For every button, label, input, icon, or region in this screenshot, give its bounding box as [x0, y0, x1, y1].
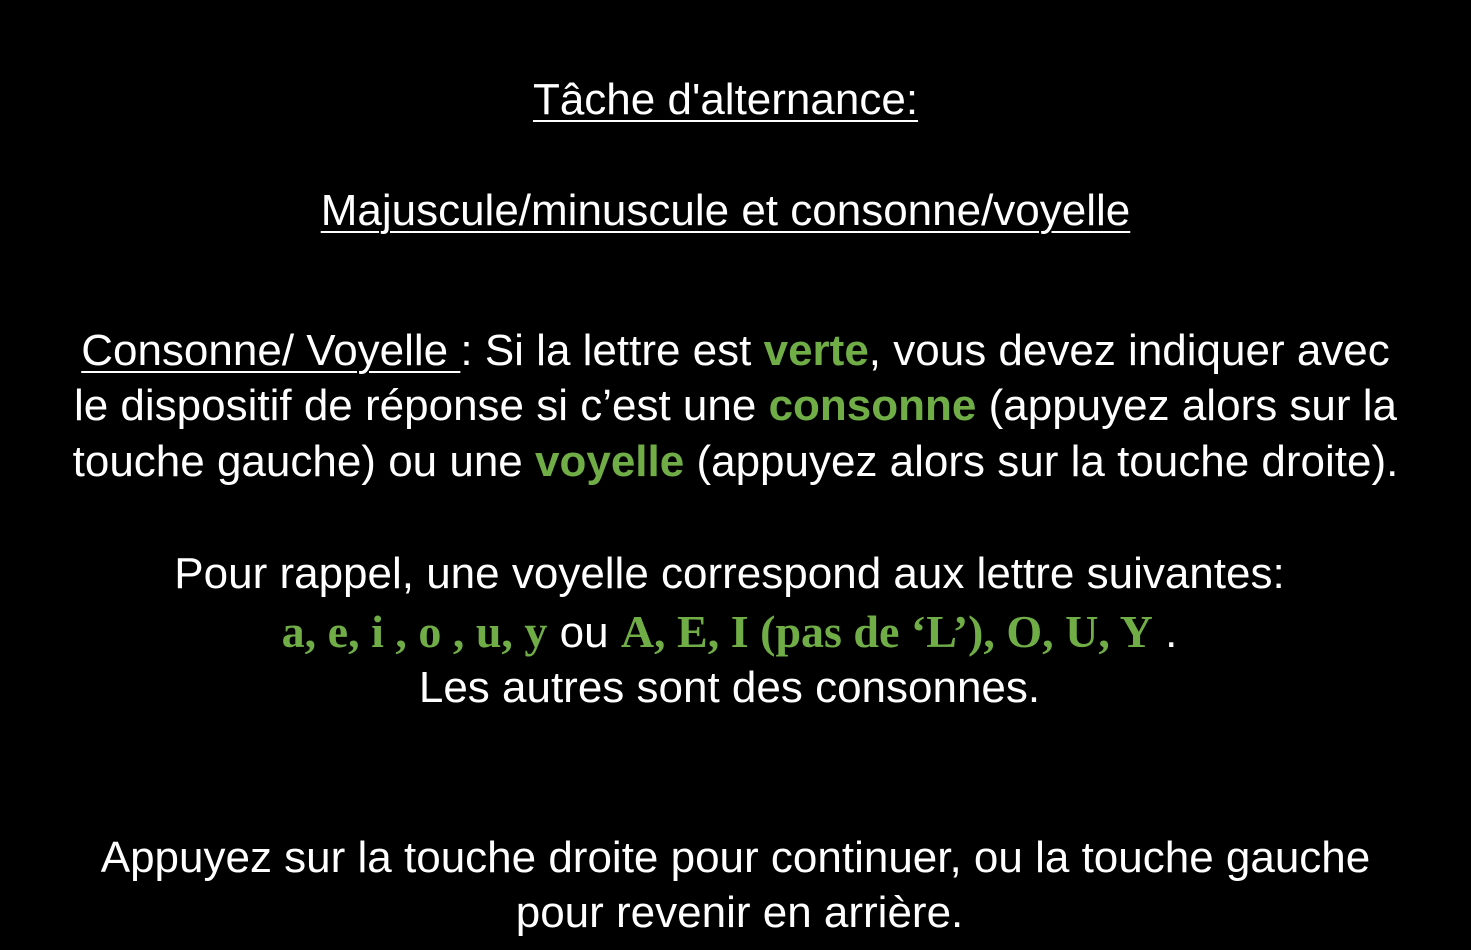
- navigation-line-1: Appuyez sur la touche droite pour contin…: [100, 833, 1371, 882]
- instruction-text: touche gauche) ou une: [72, 437, 535, 486]
- uppercase-vowels: A, E, I (pas de ‘L’), O, U, Y: [620, 606, 1153, 657]
- page-subtitle: Majuscule/minuscule et consonne/voyelle: [0, 185, 1461, 237]
- lowercase-vowels: a, e, i , o , u, y: [281, 606, 548, 657]
- page-title: Tâche d'alternance:: [0, 74, 1461, 126]
- title-text: Tâche d'alternance:: [532, 75, 919, 124]
- highlight-voyelle: voyelle: [535, 437, 685, 486]
- navigation-line-2: pour revenir en arrière.: [515, 888, 964, 937]
- instruction-text: , vous devez indiquer avec: [868, 326, 1390, 375]
- highlight-verte: verte: [763, 326, 869, 375]
- instruction-line-3: touche gauche) ou une voyelle (appuyez a…: [0, 436, 1471, 488]
- instruction-line-2: le dispositif de réponse si c’est une co…: [0, 380, 1471, 432]
- instruction-label: Consonne/ Voyelle: [81, 326, 461, 375]
- instruction-text: : Si la lettre est: [460, 326, 764, 375]
- instruction-line-1: Consonne/ Voyelle : Si la lettre est ver…: [0, 325, 1471, 377]
- reminder-vowels-line: a, e, i , o , u, y ou A, E, I (pas de ‘L…: [0, 606, 1465, 659]
- end-punctuation: .: [1152, 608, 1178, 657]
- reminder-line-3: Les autres sont des consonnes.: [418, 663, 1041, 712]
- subtitle-text: Majuscule/minuscule et consonne/voyelle: [320, 186, 1131, 235]
- or-word: ou: [547, 608, 621, 657]
- highlight-consonne: consonne: [768, 381, 977, 430]
- instruction-text: (appuyez alors sur la touche droite).: [684, 437, 1399, 486]
- reminder-line-1: Pour rappel, une voyelle correspond aux …: [174, 549, 1285, 598]
- instruction-text: le dispositif de réponse si c’est une: [73, 381, 769, 430]
- instruction-screen: Tâche d'alternance: Majuscule/minuscule …: [0, 0, 1471, 950]
- instruction-text: (appuyez alors sur la: [976, 381, 1398, 430]
